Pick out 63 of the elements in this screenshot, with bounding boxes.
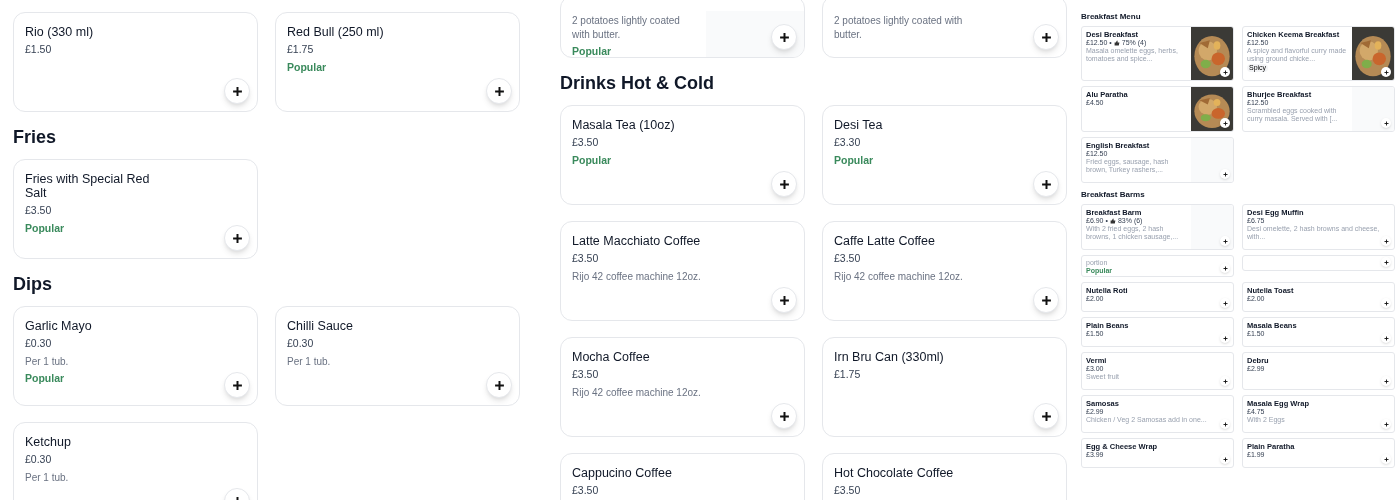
- item-price: £0.30: [287, 336, 314, 351]
- item-price: £3.30: [834, 135, 861, 150]
- menu-item-card[interactable]: Mocha Coffee £3.50 Rijo 42 coffee machine 12oz.: [560, 337, 805, 437]
- item-price: £3.50: [25, 203, 52, 218]
- item-description: Per 1 tub.: [25, 354, 69, 369]
- menu-item-card[interactable]: Caffe Latte Coffee £3.50 Rijo 42 coffee machine 12oz.: [822, 221, 1067, 321]
- menu-item-card[interactable]: Masala Tea (10oz) £3.50 Popular: [560, 105, 805, 205]
- menu-item-card[interactable]: Chilli Sauce £0.30 Per 1 tub.: [275, 306, 520, 406]
- item-price: £0.30: [25, 336, 52, 351]
- item-price: £3.50: [572, 483, 599, 498]
- item-price: £3.50: [572, 367, 599, 382]
- menu-item-card[interactable]: Hot Chocolate Coffee £3.50: [822, 453, 1067, 500]
- item-name: Masala Tea (10oz): [572, 118, 675, 132]
- item-name: Rio (330 ml): [25, 25, 94, 39]
- section-heading: Breakfast Barms: [1081, 190, 1146, 200]
- popular-label: Popular: [25, 370, 65, 386]
- item-name: Red Bull (250 ml): [287, 25, 384, 39]
- menu-item-card[interactable]: Red Bull (250 ml) £1.75 Popular: [275, 12, 520, 112]
- item-name: Garlic Mayo: [25, 319, 92, 333]
- item-name: Hot Chocolate Coffee: [834, 466, 954, 480]
- section-heading: Breakfast Menu: [1081, 12, 1142, 22]
- item-name: Mocha Coffee: [572, 350, 650, 364]
- popular-label: Popular: [572, 44, 612, 57]
- item-name: Ketchup: [25, 435, 71, 449]
- menu-item-card[interactable]: Latte Macchiato Coffee £3.50 Rijo 42 coffee machine 12oz.: [560, 221, 805, 321]
- popular-label: Popular: [287, 59, 327, 75]
- menu-item-card[interactable]: 2 potatoes lightly coated with butter. Popular: [560, 0, 805, 58]
- item-description: Rijo 42 coffee machine 12oz.: [572, 385, 701, 400]
- menu-item-card[interactable]: Garlic Mayo £0.30 Per 1 tub. Popular: [13, 306, 258, 406]
- popular-label: Popular: [834, 152, 874, 168]
- menu-item-card[interactable]: 2 potatoes lightly coated with butter.: [822, 0, 1067, 58]
- menu-item-card[interactable]: Desi Tea £3.30 Popular: [822, 105, 1067, 205]
- item-description: Per 1 tub.: [25, 470, 69, 485]
- item-name: Fries with Special Red Salt: [25, 172, 151, 200]
- item-price: £0.30: [25, 452, 52, 467]
- item-price: £1.75: [287, 42, 314, 57]
- item-price: £3.50: [572, 135, 599, 150]
- menu-item-card[interactable]: Rio (330 ml) £1.50: [13, 12, 258, 112]
- section-heading: Fries: [13, 127, 58, 147]
- popular-label: Popular: [25, 220, 65, 236]
- item-name: Latte Macchiato Coffee: [572, 234, 701, 248]
- item-name: Cappucino Coffee: [572, 466, 672, 480]
- menu-item-card[interactable]: Cappucino Coffee £3.50: [560, 453, 805, 500]
- popular-label: Popular: [572, 152, 612, 168]
- item-description: 2 potatoes lightly coated with butter.: [834, 14, 964, 42]
- item-name: Caffe Latte Coffee: [834, 234, 935, 248]
- item-price: £1.75: [834, 367, 861, 382]
- menu-item-card[interactable]: Fries with Special Red Salt £3.50 Popular: [13, 159, 258, 259]
- item-description: Per 1 tub.: [287, 354, 331, 369]
- item-price: £3.50: [572, 251, 599, 266]
- item-name: Desi Tea: [834, 118, 883, 132]
- item-description: Rijo 42 coffee machine 12oz.: [834, 269, 963, 284]
- item-name: Irn Bru Can (330ml): [834, 350, 944, 364]
- item-price: £1.50: [25, 42, 52, 57]
- item-description: Rijo 42 coffee machine 12oz.: [572, 269, 701, 284]
- item-price: £3.50: [834, 251, 861, 266]
- item-price: £3.50: [834, 483, 861, 498]
- item-description: 2 potatoes lightly coated with butter.: [572, 14, 681, 42]
- section-heading: Dips: [13, 274, 53, 294]
- section-heading: Drinks Hot & Cold: [560, 73, 715, 93]
- menu-item-card[interactable]: Ketchup £0.30 Per 1 tub.: [13, 422, 258, 500]
- menu-item-card[interactable]: Irn Bru Can (330ml) £1.75: [822, 337, 1067, 437]
- item-name: Chilli Sauce: [287, 319, 353, 333]
